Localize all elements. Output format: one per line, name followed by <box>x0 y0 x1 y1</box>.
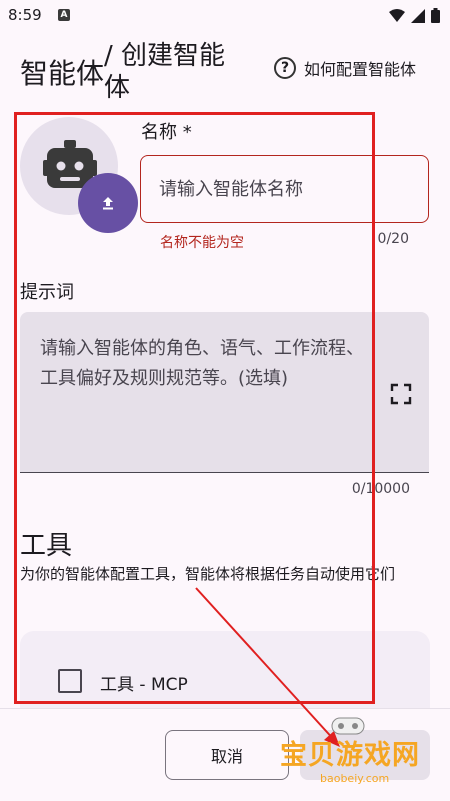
name-label: 名称 * <box>141 122 192 143</box>
status-bar: 8:59 A <box>0 0 450 32</box>
status-icons <box>389 8 440 23</box>
prompt-char-counter: 0/10000 <box>351 481 410 497</box>
breadcrumb-parent[interactable]: 智能体 <box>20 52 104 92</box>
header: 智能体 / 创建智能体 ? 如何配置智能体 <box>0 36 450 106</box>
prompt-label: 提示词 <box>20 282 74 303</box>
name-char-counter: 0/20 <box>377 231 409 247</box>
prompt-textarea[interactable] <box>40 334 370 434</box>
status-time: 8:59 <box>8 6 42 24</box>
tool-mcp-label[interactable]: 工具 - MCP <box>100 670 188 695</box>
upload-icon <box>103 197 113 210</box>
notification-badge: A <box>58 9 70 21</box>
cancel-button[interactable]: 取消 <box>165 730 289 780</box>
wifi-icon <box>389 8 405 22</box>
name-input[interactable] <box>140 155 429 223</box>
signal-icon <box>411 8 425 23</box>
tools-description: 为你的智能体配置工具，智能体将根据任务自动使用它们 <box>20 565 396 583</box>
help-label: 如何配置智能体 <box>304 60 417 79</box>
tools-section-title: 工具 <box>20 531 73 561</box>
question-circle-icon: ? <box>274 57 296 79</box>
help-link[interactable]: ? 如何配置智能体 <box>274 56 416 80</box>
upload-avatar-button[interactable] <box>78 173 138 233</box>
battery-icon <box>431 8 440 23</box>
create-button[interactable] <box>300 730 430 780</box>
fullscreen-icon[interactable] <box>390 383 412 405</box>
name-error-text: 名称不能为空 <box>160 235 244 251</box>
page-title: / 创建智能体 <box>104 41 226 103</box>
prompt-field <box>20 312 429 473</box>
tool-mcp-checkbox[interactable] <box>58 669 82 693</box>
cancel-button-label: 取消 <box>210 747 243 766</box>
